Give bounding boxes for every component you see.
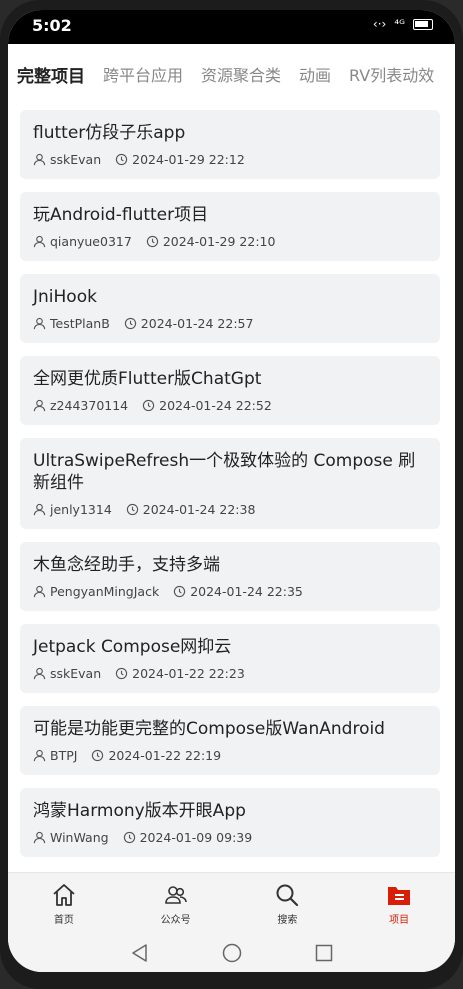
item-title: 鸿蒙Harmony版本开眼App (33, 801, 246, 821)
item-meta: sskEvan 2024-01-22 22:23 (33, 666, 427, 681)
user-icon (33, 399, 46, 412)
item-meta: WinWang 2024-01-09 09:39 (33, 830, 427, 845)
home-circle-icon[interactable] (222, 943, 242, 963)
recents-icon[interactable] (314, 943, 334, 963)
item-author: z244370114 (50, 398, 129, 413)
item-meta: qianyue0317 2024-01-29 22:10 (33, 234, 427, 249)
item-author: WinWang (50, 830, 109, 845)
item-title: JniHook (33, 287, 97, 307)
item-date: 2024-01-24 22:52 (159, 398, 272, 413)
project-list: flutter仿段子乐app sskEvan 2024-01-29 22:12 … (20, 110, 440, 870)
network-icon: ⁴ᴳ (394, 17, 405, 31)
clock-icon (115, 153, 128, 166)
tab-rv-list[interactable]: RV列表动效 (349, 62, 434, 86)
clock-icon (146, 235, 158, 248)
item-author: PengyanMingJack (50, 584, 160, 599)
status-time: 5:02 (32, 16, 72, 35)
item-title: 全网更优质Flutter版ChatGpt (33, 369, 262, 389)
clock-icon (126, 503, 138, 516)
item-title: 木鱼念经助手，支持多端 (33, 555, 220, 575)
item-date: 2024-01-29 22:10 (162, 234, 276, 249)
nav-search[interactable]: 搜索 (232, 873, 344, 934)
tab-complete-projects[interactable]: 完整项目 (17, 62, 85, 87)
item-date: 2024-01-24 22:38 (142, 502, 256, 517)
list-item[interactable]: 木鱼念经助手，支持多端 PengyanMingJack 2024-01-24 2… (20, 542, 440, 611)
item-author: jenly1314 (50, 502, 112, 517)
user-icon (33, 317, 46, 330)
item-date: 2024-01-24 22:35 (190, 584, 303, 599)
nav-project[interactable]: 项目 (343, 873, 455, 934)
item-meta: z244370114 2024-01-24 22:52 (33, 398, 427, 413)
clock-icon (123, 831, 135, 844)
user-icon (33, 667, 46, 680)
phone-frame: 5:02 ‹·› ⁴ᴳ 完整项目 跨平台应用 资源聚合类 动画 RV列表动效 f… (0, 0, 463, 989)
list-item[interactable]: JniHook TestPlanB 2024-01-24 22:57 (20, 274, 440, 343)
item-date: 2024-01-24 22:57 (140, 316, 254, 331)
item-title: UltraSwipeRefresh一个极致体验的 Compose 刷新组件 (33, 451, 416, 493)
tab-cross-platform[interactable]: 跨平台应用 (103, 62, 183, 86)
list-item[interactable]: UltraSwipeRefresh一个极致体验的 Compose 刷新组件 je… (20, 438, 440, 529)
item-author: sskEvan (50, 666, 102, 681)
home-icon (53, 883, 75, 906)
back-icon[interactable] (130, 943, 150, 963)
item-title: flutter仿段子乐app (33, 123, 186, 143)
item-meta: BTPJ 2024-01-22 22:19 (33, 748, 427, 763)
nav-home-label: 首页 (53, 914, 74, 926)
list-item[interactable]: 全网更优质Flutter版ChatGpt z244370114 2024-01-… (20, 356, 440, 425)
user-icon (33, 749, 46, 762)
item-author: TestPlanB (50, 316, 110, 331)
item-date: 2024-01-09 09:39 (139, 830, 253, 845)
battery-icon (413, 18, 433, 30)
folder-icon (388, 886, 411, 905)
status-icons: ‹·› ⁴ᴳ (373, 17, 433, 31)
user-icon (33, 153, 46, 166)
list-item[interactable]: 可能是功能更完整的Compose版WanAndroid BTPJ 2024-01… (20, 706, 440, 775)
clock-icon (124, 317, 136, 330)
user-icon (33, 585, 46, 598)
item-date: 2024-01-29 22:12 (132, 152, 245, 167)
system-navigation (8, 934, 455, 972)
clock-icon (142, 399, 155, 412)
item-date: 2024-01-22 22:23 (132, 666, 245, 681)
list-item[interactable]: flutter仿段子乐app sskEvan 2024-01-29 22:12 (20, 110, 440, 179)
status-bar: 5:02 ‹·› ⁴ᴳ (8, 10, 455, 44)
nav-search-label: 搜索 (277, 914, 298, 926)
item-title: Jetpack Compose网抑云 (33, 637, 232, 657)
list-item[interactable]: Jetpack Compose网抑云 sskEvan 2024-01-22 22… (20, 624, 440, 693)
tab-animation[interactable]: 动画 (299, 62, 331, 86)
item-author: sskEvan (50, 152, 102, 167)
item-title: 玩Android-flutter项目 (33, 205, 209, 225)
item-date: 2024-01-22 22:19 (108, 748, 222, 763)
nav-wechat-label: 公众号 (160, 914, 191, 926)
search-icon (276, 884, 299, 906)
user-icon (33, 831, 46, 844)
item-meta: jenly1314 2024-01-24 22:38 (33, 502, 427, 517)
nav-project-label: 项目 (389, 914, 410, 926)
screen: 5:02 ‹·› ⁴ᴳ 完整项目 跨平台应用 资源聚合类 动画 RV列表动效 f… (8, 10, 455, 972)
bottom-navigation: 首页 公众号 搜索 项目 (8, 872, 455, 934)
clock-icon (92, 749, 104, 762)
clock-icon (115, 667, 128, 680)
item-author: qianyue0317 (50, 234, 132, 249)
item-author: BTPJ (50, 748, 78, 763)
item-title: 可能是功能更完整的Compose版WanAndroid (33, 719, 385, 739)
category-tabs: 完整项目 跨平台应用 资源聚合类 动画 RV列表动效 (8, 44, 455, 104)
people-icon (164, 885, 187, 904)
user-icon (33, 235, 46, 248)
item-meta: sskEvan 2024-01-29 22:12 (33, 152, 427, 167)
nav-home[interactable]: 首页 (8, 873, 120, 934)
tab-resource-aggregation[interactable]: 资源聚合类 (201, 62, 281, 86)
item-meta: PengyanMingJack 2024-01-24 22:35 (33, 584, 427, 599)
list-item[interactable]: 鸿蒙Harmony版本开眼App WinWang 2024-01-09 09:3… (20, 788, 440, 857)
hotspot-icon: ‹·› (372, 17, 387, 31)
item-meta: TestPlanB 2024-01-24 22:57 (33, 316, 427, 331)
list-item[interactable]: 玩Android-flutter项目 qianyue0317 2024-01-2… (20, 192, 440, 261)
user-icon (33, 503, 46, 516)
nav-wechat[interactable]: 公众号 (120, 873, 232, 934)
clock-icon (174, 585, 186, 598)
